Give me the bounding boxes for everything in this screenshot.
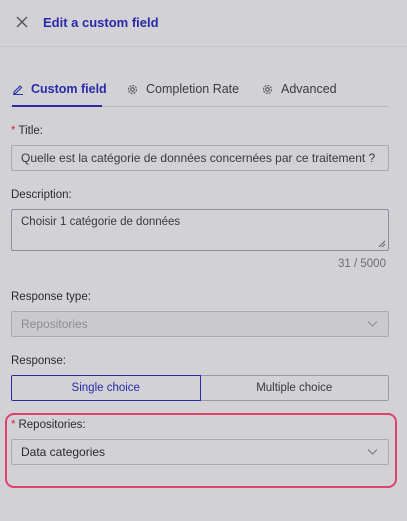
title-label: * Title: xyxy=(11,125,43,137)
tab-advanced[interactable]: Advanced xyxy=(261,72,337,106)
response-label: Response: xyxy=(11,355,66,367)
response-segmented-control: Single choice Multiple choice xyxy=(11,375,389,401)
response-type-select: Repositories xyxy=(11,311,389,337)
response-type-label: Response type: xyxy=(11,291,91,303)
title-input[interactable]: Quelle est la catégorie de données conce… xyxy=(11,145,389,171)
active-tab-indicator xyxy=(12,105,102,107)
resize-handle-icon[interactable] xyxy=(378,240,386,248)
required-marker: * xyxy=(11,419,16,431)
repositories-select[interactable]: Data categories xyxy=(11,439,389,465)
close-button[interactable] xyxy=(13,13,31,31)
single-choice-button[interactable]: Single choice xyxy=(11,375,201,401)
chevron-down-icon xyxy=(367,321,378,327)
char-counter: 31 / 5000 xyxy=(338,258,386,270)
tab-custom-field[interactable]: Custom field xyxy=(12,72,107,107)
edit-icon xyxy=(13,85,23,95)
multiple-choice-button[interactable]: Multiple choice xyxy=(200,375,389,401)
tab-bar: Custom field Completion Rate Advanced xyxy=(10,72,389,107)
gear-icon xyxy=(127,84,138,94)
tab-label: Custom field xyxy=(31,82,107,96)
gear-icon xyxy=(262,84,273,94)
tab-label: Completion Rate xyxy=(146,82,240,96)
close-icon xyxy=(16,16,28,28)
repositories-label: * Repositories: xyxy=(11,419,86,431)
chevron-down-icon xyxy=(367,449,378,455)
panel-header: Edit a custom field xyxy=(0,0,407,47)
required-marker: * xyxy=(11,125,16,137)
page-title: Edit a custom field xyxy=(43,15,159,30)
tab-label: Advanced xyxy=(281,82,337,96)
description-label: Description: xyxy=(11,189,72,201)
tab-completion-rate[interactable]: Completion Rate xyxy=(126,72,239,106)
description-textarea[interactable]: Choisir 1 catégorie de données xyxy=(11,209,389,251)
